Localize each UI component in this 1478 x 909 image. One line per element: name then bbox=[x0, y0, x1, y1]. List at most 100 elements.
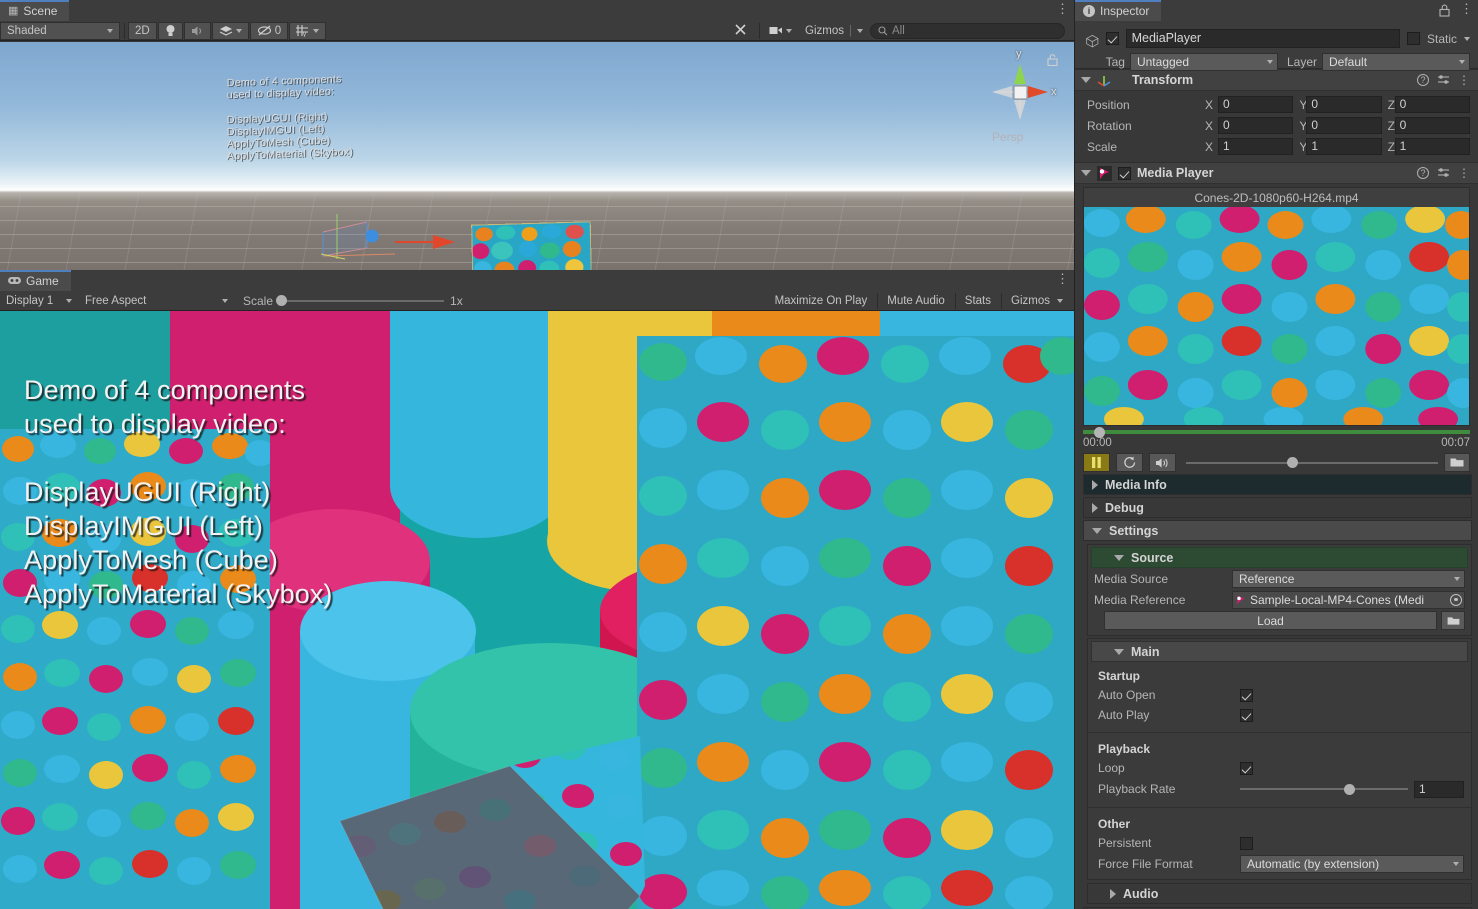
video-preview-frame[interactable] bbox=[1084, 207, 1469, 425]
transform-row-rotation: Rotation X 0 Y 0 Z 0 bbox=[1075, 115, 1478, 136]
rotation-x-field[interactable]: 0 bbox=[1218, 117, 1294, 134]
chevron-down-icon bbox=[857, 28, 863, 33]
volume-icon bbox=[1156, 457, 1168, 468]
position-x-field[interactable]: 0 bbox=[1218, 96, 1294, 113]
scene-2d-toggle[interactable]: 2D bbox=[128, 21, 157, 40]
scale-y-field[interactable]: 1 bbox=[1306, 138, 1382, 155]
media-player-component-header[interactable]: Media Player ? ⋮ bbox=[1075, 162, 1478, 184]
scale-z-field[interactable]: 1 bbox=[1394, 138, 1470, 155]
game-stats-toggle[interactable]: Stats bbox=[959, 292, 997, 310]
playback-timeline[interactable]: 00:00 00:07 bbox=[1083, 426, 1470, 449]
game-mute-audio-toggle[interactable]: Mute Audio bbox=[881, 292, 951, 310]
scene-fx-toggle[interactable] bbox=[211, 21, 249, 40]
lock-open-icon[interactable] bbox=[1047, 54, 1058, 66]
preset-icon[interactable] bbox=[1437, 167, 1450, 179]
help-icon[interactable]: ? bbox=[1417, 74, 1429, 86]
tab-scene[interactable]: ▦ Scene bbox=[0, 0, 70, 21]
section-debug[interactable]: Debug bbox=[1083, 497, 1472, 518]
media-source-dropdown[interactable]: Reference bbox=[1232, 569, 1465, 588]
scene-move-handle-x[interactable] bbox=[395, 234, 459, 250]
kebab-menu-icon[interactable]: ⋮ bbox=[1458, 166, 1470, 180]
load-button[interactable]: Load bbox=[1104, 611, 1437, 630]
media-player-foldout-icon[interactable] bbox=[1081, 170, 1091, 176]
object-picker-icon[interactable] bbox=[1450, 593, 1462, 606]
chevron-down-icon bbox=[1459, 60, 1465, 64]
scene-tools-button[interactable] bbox=[728, 22, 755, 40]
gameobject-enabled-checkbox[interactable] bbox=[1105, 32, 1119, 45]
preset-icon[interactable] bbox=[1437, 74, 1450, 86]
game-scale-knob[interactable] bbox=[276, 295, 288, 306]
chevron-down-icon[interactable] bbox=[1464, 36, 1470, 41]
playback-rate-knob[interactable] bbox=[1344, 783, 1356, 795]
transform-component-header[interactable]: Transform ? ⋮ bbox=[1075, 69, 1478, 91]
pause-button[interactable] bbox=[1083, 453, 1110, 472]
auto-play-checkbox[interactable] bbox=[1240, 708, 1253, 722]
playback-rate-slider[interactable] bbox=[1240, 783, 1408, 795]
scene-camera-button[interactable] bbox=[763, 22, 798, 40]
section-settings[interactable]: Settings bbox=[1083, 520, 1472, 541]
media-reference-field[interactable]: Sample-Local-MP4-Cones (Medi bbox=[1232, 590, 1465, 609]
section-audio[interactable]: Audio bbox=[1087, 883, 1472, 904]
game-maximize-on-play-toggle[interactable]: Maximize On Play bbox=[769, 292, 874, 310]
timeline-progress-bar[interactable] bbox=[1083, 426, 1470, 438]
loop-checkbox[interactable] bbox=[1240, 761, 1253, 775]
game-tabbar: Game ⋮ bbox=[0, 270, 1074, 291]
gameobject-name-field[interactable]: MediaPlayer bbox=[1125, 29, 1400, 48]
eye-off-icon bbox=[257, 25, 271, 36]
volume-button[interactable] bbox=[1149, 453, 1176, 472]
tab-inspector[interactable]: i Inspector bbox=[1075, 0, 1162, 21]
playback-rate-field[interactable]: 1 bbox=[1414, 780, 1464, 798]
help-icon[interactable]: ? bbox=[1417, 167, 1429, 179]
scene-orientation-gizmo[interactable]: y x Persp bbox=[978, 48, 1062, 150]
position-z-field[interactable]: 0 bbox=[1394, 96, 1470, 113]
source-header[interactable]: Source bbox=[1091, 547, 1468, 568]
scale-x-field[interactable]: 1 bbox=[1218, 138, 1294, 155]
scene-video-quad[interactable] bbox=[471, 221, 593, 270]
scene-draw-mode-dropdown[interactable]: Shaded bbox=[0, 21, 120, 40]
game-gizmos-dropdown[interactable]: Gizmos bbox=[1005, 292, 1073, 310]
volume-slider-knob[interactable] bbox=[1287, 457, 1298, 468]
layer-dropdown[interactable]: Default bbox=[1322, 53, 1470, 71]
loop-button[interactable] bbox=[1116, 453, 1143, 472]
volume-slider[interactable] bbox=[1186, 457, 1438, 468]
scene-gizmos-button[interactable]: Gizmos | bbox=[799, 22, 869, 40]
avpro-media-icon bbox=[1237, 595, 1245, 604]
transform-foldout-icon[interactable] bbox=[1081, 77, 1091, 83]
static-checkbox[interactable] bbox=[1406, 32, 1420, 45]
scene-kebab-icon[interactable]: ⋮ bbox=[1056, 2, 1069, 18]
persistent-checkbox[interactable] bbox=[1240, 836, 1253, 850]
lock-icon[interactable] bbox=[1439, 4, 1450, 17]
transform-row-position: Position X 0 Y 0 Z 0 bbox=[1075, 94, 1478, 115]
game-scale-slider[interactable]: Scale 1x bbox=[235, 294, 471, 308]
game-aspect-dropdown[interactable]: Free Aspect bbox=[79, 292, 234, 310]
tag-dropdown[interactable]: Untagged bbox=[1129, 53, 1278, 71]
position-y-field[interactable]: 0 bbox=[1306, 96, 1382, 113]
main-header[interactable]: Main bbox=[1091, 641, 1468, 662]
game-viewport[interactable]: Demo of 4 components used to display vid… bbox=[0, 311, 1074, 909]
section-media-info[interactable]: Media Info bbox=[1083, 474, 1472, 495]
gizmo-projection-label[interactable]: Persp bbox=[992, 130, 1023, 144]
loop-label: Loop bbox=[1098, 761, 1125, 775]
other-title: Other bbox=[1098, 817, 1131, 831]
scene-lighting-toggle[interactable] bbox=[157, 21, 183, 40]
inspector-kebab-icon[interactable]: ⋮ bbox=[1460, 2, 1473, 18]
media-player-enabled-checkbox[interactable] bbox=[1118, 166, 1131, 180]
kebab-menu-icon[interactable]: ⋮ bbox=[1458, 73, 1470, 87]
scene-search-input[interactable]: All bbox=[870, 22, 1065, 39]
scene-viewport[interactable]: Demo of 4 components used to display vid… bbox=[0, 42, 1074, 270]
rotation-y-field[interactable]: 0 bbox=[1306, 117, 1382, 134]
scene-grid-toggle[interactable]: y bbox=[289, 21, 327, 40]
game-kebab-icon[interactable]: ⋮ bbox=[1056, 272, 1069, 288]
rotation-z-field[interactable]: 0 bbox=[1394, 117, 1470, 134]
timeline-scrubber-knob[interactable] bbox=[1094, 426, 1105, 438]
scene-audio-toggle[interactable] bbox=[183, 21, 211, 40]
game-display-dropdown[interactable]: Display 1 bbox=[0, 292, 78, 310]
open-folder-button[interactable] bbox=[1444, 453, 1470, 472]
tab-game[interactable]: Game bbox=[0, 270, 71, 291]
game-aspect-label: Free Aspect bbox=[85, 294, 147, 307]
auto-open-checkbox[interactable] bbox=[1240, 688, 1253, 702]
tab-game-label: Game bbox=[26, 273, 59, 288]
scene-hidden-objects[interactable]: 0 bbox=[249, 21, 289, 40]
browse-button[interactable] bbox=[1441, 611, 1465, 630]
force-file-format-dropdown[interactable]: Automatic (by extension) bbox=[1240, 854, 1464, 873]
